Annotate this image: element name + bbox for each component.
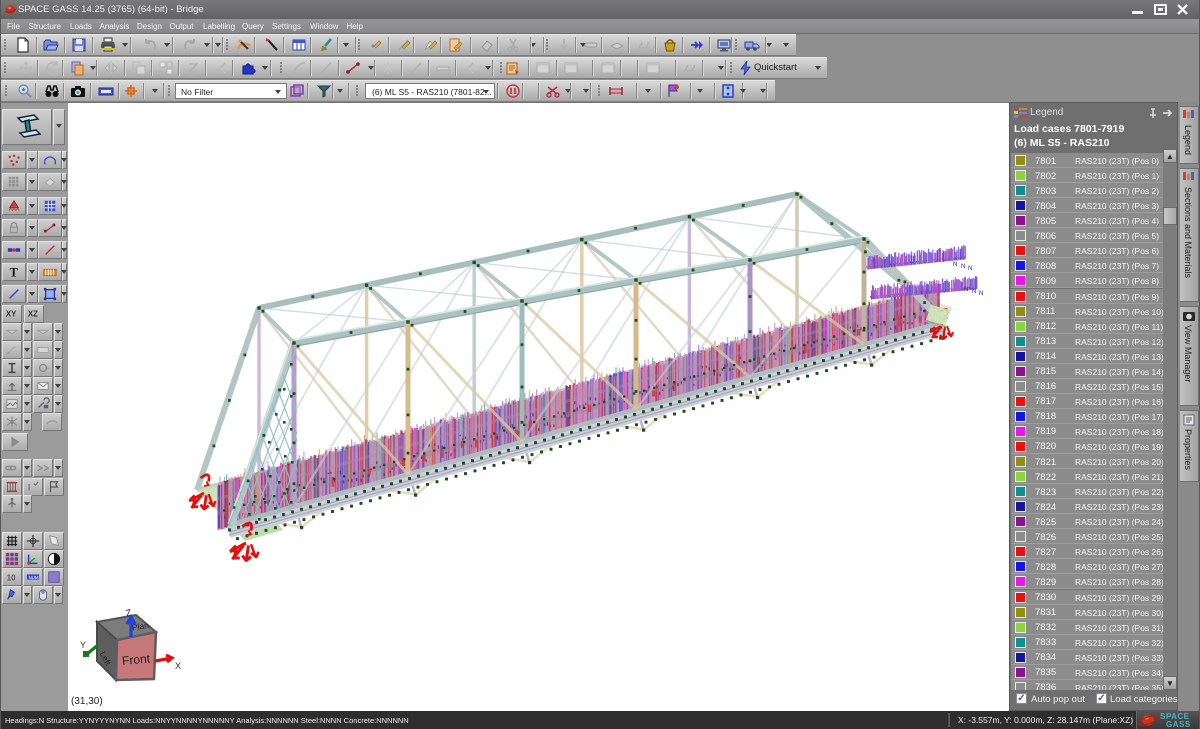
svg-text:10: 10 xyxy=(7,574,16,583)
svg-text:T: T xyxy=(10,265,18,279)
svg-text:Y: Y xyxy=(80,640,86,650)
svg-text:N: N xyxy=(964,287,968,293)
svg-text:N: N xyxy=(968,266,972,272)
svg-text:N: N xyxy=(979,291,983,297)
svg-text:I: I xyxy=(28,483,31,494)
svg-text:XZ: XZ xyxy=(28,310,38,319)
svg-text:NUM: NUM xyxy=(29,575,39,580)
svg-text:N: N xyxy=(961,264,965,270)
svg-text:XY: XY xyxy=(6,310,17,319)
svg-text:N: N xyxy=(953,262,957,268)
svg-text:X: X xyxy=(175,661,181,671)
svg-text:N: N xyxy=(972,289,976,295)
svg-text:Front: Front xyxy=(121,651,151,667)
svg-text:GASS: GASS xyxy=(1166,720,1191,729)
svg-text:(31,30): (31,30) xyxy=(71,696,103,707)
